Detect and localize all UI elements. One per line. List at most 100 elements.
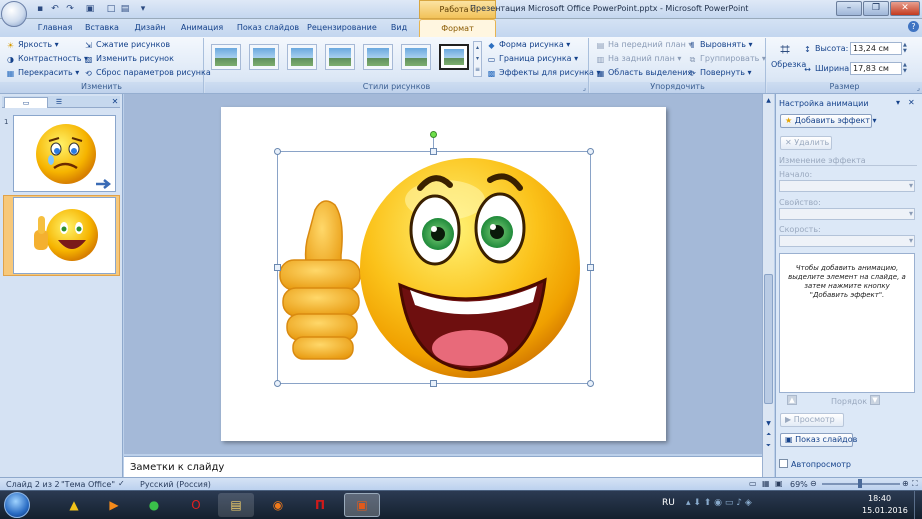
- compress-pictures-button[interactable]: ⇲ Сжатие рисунков: [84, 40, 170, 50]
- taskbar-explorer-icon[interactable]: ▤: [218, 493, 254, 517]
- picture-style-1[interactable]: [211, 44, 241, 70]
- zoom-level[interactable]: 69%: [790, 480, 808, 489]
- pane-close-icon[interactable]: ✕: [908, 98, 915, 107]
- start-button[interactable]: [4, 492, 30, 518]
- tab-view[interactable]: Вид: [385, 19, 413, 37]
- close-button[interactable]: ✕: [890, 1, 920, 16]
- crop-button[interactable]: ⌗ Обрезка: [771, 40, 806, 80]
- tab-format[interactable]: Формат: [419, 19, 496, 37]
- speed-select[interactable]: [779, 235, 915, 247]
- rotation-handle[interactable]: [430, 131, 437, 138]
- bring-front-button[interactable]: ▤ На передний план ▾: [596, 40, 693, 50]
- picture-style-3[interactable]: [287, 44, 317, 70]
- scroll-down-icon[interactable]: ▼: [764, 419, 773, 428]
- rotate-button[interactable]: ⟳ Повернуть ▾: [688, 68, 751, 78]
- qat-dropdown-icon[interactable]: ▾: [137, 4, 149, 15]
- picture-style-6[interactable]: [401, 44, 431, 70]
- tab-slides-view[interactable]: ▭: [4, 97, 48, 108]
- spellcheck-icon[interactable]: ✓: [118, 479, 125, 488]
- next-slide-icon[interactable]: ⏷: [764, 441, 773, 450]
- resize-handle-ne[interactable]: [587, 148, 594, 155]
- picture-shape-button[interactable]: ◆ Форма рисунка ▾: [487, 40, 570, 50]
- picture-style-5[interactable]: [363, 44, 393, 70]
- remove-button[interactable]: ✕ Удалить: [780, 136, 832, 150]
- resize-handle-sw[interactable]: [274, 380, 281, 387]
- taskbar-powerpoint-icon[interactable]: ▣: [344, 493, 380, 517]
- tray-icons[interactable]: ▴ ⬇ ⬆ ◉ ▭ ♪ ◈: [686, 498, 752, 508]
- office-button[interactable]: [1, 1, 27, 27]
- change-picture-button[interactable]: ▧ Изменить рисунок: [84, 54, 174, 64]
- picture-style-2[interactable]: [249, 44, 279, 70]
- move-up-icon[interactable]: ▲: [787, 395, 797, 405]
- height-input[interactable]: 13,24 см: [850, 42, 902, 55]
- tab-slideshow[interactable]: Показ слайдов: [236, 19, 300, 37]
- tab-outline-view[interactable]: ☰: [52, 97, 66, 108]
- save-icon[interactable]: ▪: [34, 4, 46, 15]
- prev-slide-icon[interactable]: ⏶: [764, 430, 773, 439]
- slideshow-button[interactable]: ▣ Показ слайдов: [780, 433, 857, 447]
- redo-icon[interactable]: ↷: [64, 4, 76, 15]
- autopreview-checkbox[interactable]: [779, 459, 788, 468]
- maximize-button[interactable]: ❐: [863, 1, 889, 16]
- tab-design[interactable]: Дизайн: [131, 19, 169, 37]
- width-spinner[interactable]: ▲ ▼: [903, 62, 911, 75]
- undo-icon[interactable]: ↶: [49, 4, 61, 15]
- slide-thumbnail-1[interactable]: [13, 115, 116, 192]
- styles-gallery-scroll[interactable]: ▴ ▾ ≡: [473, 41, 482, 77]
- clock-time[interactable]: 18:40: [868, 494, 891, 503]
- pane-dropdown-icon[interactable]: ▾: [896, 98, 900, 107]
- notes-area[interactable]: Заметки к слайду: [124, 456, 762, 477]
- move-down-icon[interactable]: ▼: [870, 395, 880, 405]
- group-button[interactable]: ⧉ Группировать ▾: [688, 54, 766, 64]
- new-file-icon[interactable]: □: [105, 4, 117, 15]
- brightness-button[interactable]: ☀ Яркость ▾: [6, 40, 59, 50]
- slideshow-qat-icon[interactable]: ▣: [84, 4, 96, 15]
- input-language[interactable]: RU: [662, 498, 675, 508]
- taskbar-media-player-icon[interactable]: ▶: [96, 493, 132, 517]
- resize-handle-w[interactable]: [274, 264, 281, 271]
- selection-pane-button[interactable]: ▦ Область выделения: [596, 68, 693, 78]
- scroll-up-icon[interactable]: ▲: [764, 96, 773, 105]
- reset-picture-button[interactable]: ⟲ Сброс параметров рисунка: [84, 68, 211, 78]
- taskbar-red-app-icon[interactable]: Π: [302, 493, 338, 517]
- zoom-slider-thumb[interactable]: [858, 479, 862, 488]
- help-icon[interactable]: ?: [908, 21, 919, 32]
- tab-insert[interactable]: Вставка: [82, 19, 122, 37]
- add-effect-button[interactable]: ★ Добавить эффект ▾: [780, 114, 877, 128]
- close-pane-icon[interactable]: ✕: [110, 97, 120, 107]
- clock-date[interactable]: 15.01.2016: [862, 506, 908, 515]
- picture-style-7[interactable]: [439, 44, 469, 70]
- size-dialog-launcher-icon[interactable]: ⌟: [917, 84, 920, 92]
- resize-handle-s[interactable]: [430, 380, 437, 387]
- height-spinner[interactable]: ▲ ▼: [903, 42, 911, 55]
- align-button[interactable]: ⫴ Выровнять ▾: [688, 40, 753, 50]
- sorter-view-icon[interactable]: ▦: [762, 479, 770, 488]
- reading-view-icon[interactable]: ▣: [775, 479, 783, 488]
- tab-review[interactable]: Рецензирование: [307, 19, 377, 37]
- taskbar-opera-icon[interactable]: O: [178, 493, 214, 517]
- taskbar-green-app-icon[interactable]: ●: [136, 493, 172, 517]
- vertical-scrollbar[interactable]: ▲ ▼ ⏶ ⏷: [762, 94, 774, 477]
- taskbar-app-warning-icon[interactable]: ▲: [56, 493, 92, 517]
- fit-to-window-icon[interactable]: ⛶: [912, 479, 918, 489]
- language-indicator[interactable]: Русский (Россия): [140, 480, 211, 489]
- resize-handle-n[interactable]: [430, 148, 437, 155]
- zoom-out-icon[interactable]: ⊖: [810, 479, 817, 488]
- taskbar-firefox-icon[interactable]: ◉: [260, 493, 296, 517]
- send-back-button[interactable]: ▥ На задний план ▾: [596, 54, 682, 64]
- resize-handle-e[interactable]: [587, 264, 594, 271]
- start-select[interactable]: [779, 180, 915, 192]
- picture-effects-button[interactable]: ▩ Эффекты для рисунка ▾: [487, 68, 601, 78]
- picture-border-button[interactable]: ▭ Граница рисунка ▾: [487, 54, 578, 64]
- resize-handle-se[interactable]: [587, 380, 594, 387]
- preview-button[interactable]: ▶ Просмотр: [780, 413, 844, 427]
- property-select[interactable]: [779, 208, 915, 220]
- resize-handle-nw[interactable]: [274, 148, 281, 155]
- minimize-button[interactable]: –: [836, 1, 862, 16]
- scroll-thumb[interactable]: [764, 274, 773, 404]
- dialog-launcher-icon[interactable]: ⌟: [583, 84, 586, 92]
- recolor-button[interactable]: ▦ Перекрасить ▾: [6, 68, 80, 78]
- contrast-button[interactable]: ◑ Контрастность ▾: [6, 54, 88, 64]
- show-desktop-button[interactable]: [914, 491, 922, 519]
- slide-thumbnail-2[interactable]: [13, 197, 116, 274]
